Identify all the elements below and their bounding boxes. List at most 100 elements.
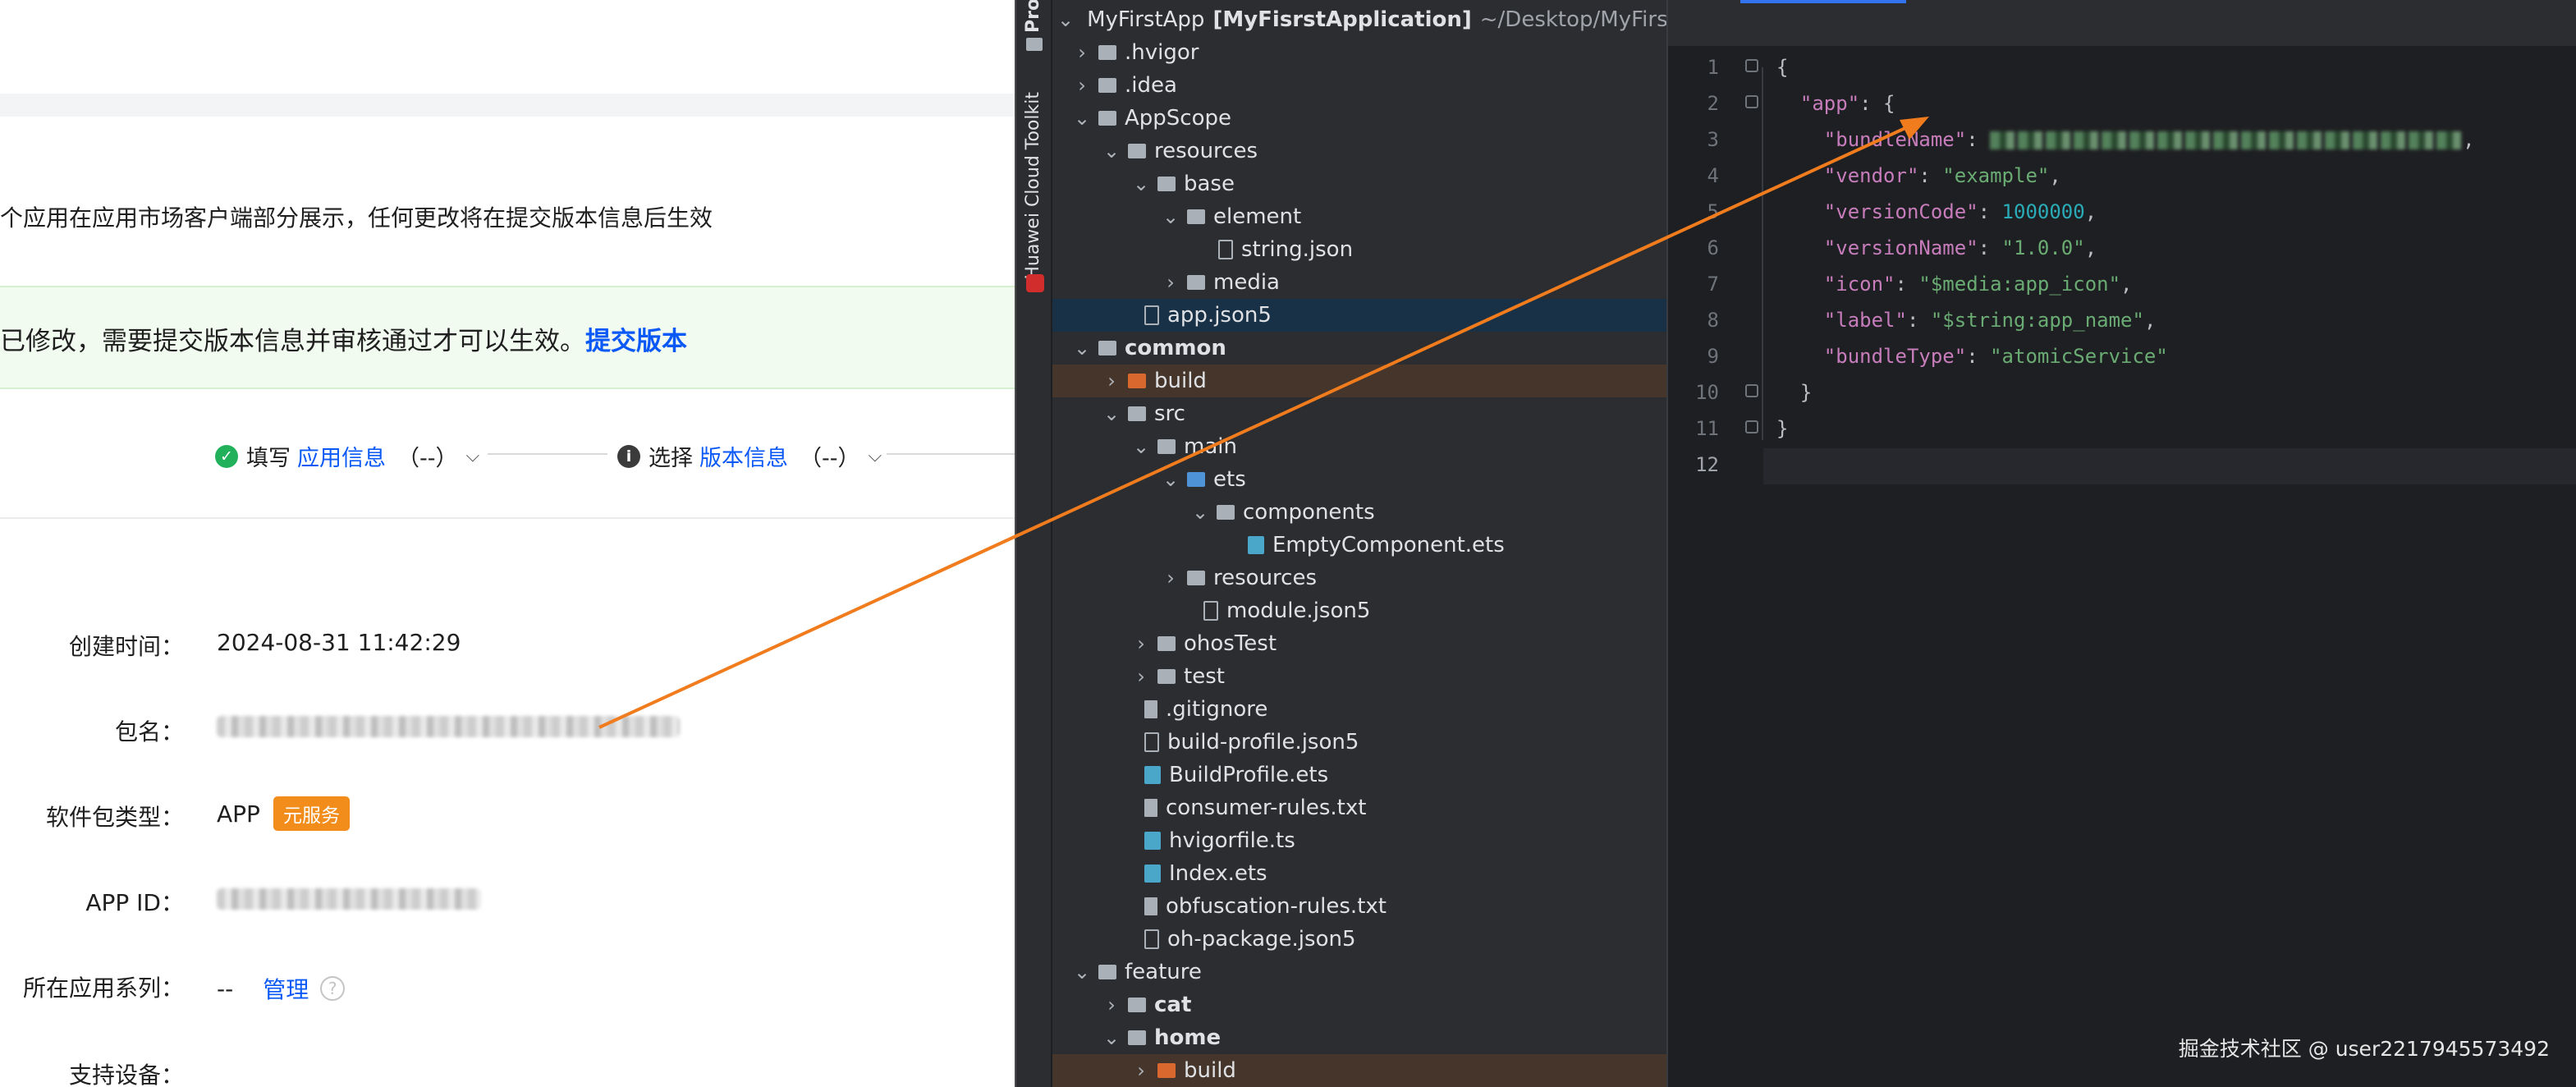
tree-item-build-profile[interactable]: build-profile.json5 [1052, 726, 1666, 759]
chevron-right-icon[interactable]: › [1070, 74, 1093, 97]
tree-item-media[interactable]: › media [1052, 266, 1666, 299]
tree-item-test[interactable]: › test [1052, 660, 1666, 693]
tree-item-label: .idea [1125, 73, 1177, 98]
chevron-down-icon[interactable]: ⌄ [1100, 140, 1123, 163]
tree-item-home-build[interactable]: › build [1052, 1054, 1666, 1087]
chevron-down-icon[interactable]: ⌄ [1159, 205, 1182, 228]
code-line-5: "versionCode": 1000000, [1823, 200, 2097, 223]
tree-item-build[interactable]: › build [1052, 365, 1666, 397]
line-number: 2 [1707, 92, 1719, 115]
fold-marker-icon[interactable] [1745, 420, 1758, 433]
tree-item-resources[interactable]: ⌄ resources [1052, 135, 1666, 167]
line-number: 4 [1707, 164, 1719, 187]
line-number: 6 [1707, 236, 1719, 259]
tree-item-label: build [1154, 369, 1207, 393]
chevron-right-icon[interactable]: › [1159, 566, 1182, 589]
chevron-right-icon[interactable]: › [1100, 993, 1123, 1016]
tree-item-element[interactable]: ⌄ element [1052, 200, 1666, 233]
tree-item-consumer-rules[interactable]: consumer-rules.txt [1052, 791, 1666, 824]
app-series-label: 所在应用系列： [22, 975, 184, 1002]
tree-item-cat[interactable]: › cat [1052, 988, 1666, 1021]
tree-item-label: common [1125, 336, 1226, 360]
tree-item-src[interactable]: ⌄ src [1052, 397, 1666, 430]
chevron-down-icon[interactable]: ⌄ [1100, 1026, 1123, 1049]
blurred-app-id [217, 888, 481, 910]
tree-item-string-json[interactable]: string.json [1052, 233, 1666, 266]
tree-item-label: hvigorfile.ts [1169, 828, 1295, 853]
chevron-right-icon[interactable]: › [1130, 665, 1153, 688]
chevron-down-icon[interactable]: ⌄ [1070, 337, 1093, 360]
tree-item-module-json5[interactable]: module.json5 [1052, 594, 1666, 627]
tree-item-label: oh-package.json5 [1167, 927, 1356, 952]
tree-item-gitignore[interactable]: .gitignore [1052, 693, 1666, 726]
code-line-4: "vendor": "example", [1823, 164, 2061, 187]
app-series-value: -- 管理 ? [217, 972, 346, 1005]
tree-item-hvigorfile[interactable]: hvigorfile.ts [1052, 824, 1666, 857]
chevron-right-icon[interactable]: › [1159, 271, 1182, 294]
step-version-info[interactable]: i 选择 版本信息 （--） ⌵ [617, 440, 882, 472]
tree-item-main[interactable]: ⌄ main [1052, 430, 1666, 463]
tree-item-appscope[interactable]: ⌄ AppScope [1052, 102, 1666, 135]
folder-icon [1128, 144, 1146, 158]
tree-item-common[interactable]: ⌄ common [1052, 332, 1666, 365]
fold-marker-icon[interactable] [1745, 59, 1758, 72]
tree-item-label: resources [1213, 566, 1318, 590]
tree-item-components[interactable]: ⌄ components [1052, 496, 1666, 529]
chevron-right-icon[interactable]: › [1130, 632, 1153, 655]
tree-item-oh-package[interactable]: oh-package.json5 [1052, 923, 1666, 956]
chevron-down-icon[interactable]: ⌄ [1057, 8, 1074, 31]
chevron-down-icon[interactable]: ⌄ [1070, 107, 1093, 130]
folder-icon [1098, 45, 1116, 60]
tree-item-resources-2[interactable]: › resources [1052, 562, 1666, 594]
tree-item-buildprofile-ets[interactable]: BuildProfile.ets [1052, 759, 1666, 791]
chevron-right-icon[interactable]: › [1070, 41, 1093, 64]
fold-marker-icon[interactable] [1745, 95, 1758, 108]
tree-item-home[interactable]: ⌄ home [1052, 1021, 1666, 1054]
tree-item-idea[interactable]: › .idea [1052, 69, 1666, 102]
tree-item-label: Index.ets [1169, 861, 1267, 886]
tree-item-label: src [1154, 401, 1185, 426]
chevron-right-icon[interactable]: › [1100, 369, 1123, 392]
chevron-down-icon[interactable]: ⌵ [869, 446, 882, 466]
tree-item-obfuscation-rules[interactable]: obfuscation-rules.txt [1052, 890, 1666, 923]
tree-item-label: .hvigor [1125, 40, 1199, 65]
chevron-down-icon[interactable]: ⌄ [1130, 435, 1153, 458]
tree-item-base[interactable]: ⌄ base [1052, 167, 1666, 200]
ets-file-icon [1144, 766, 1161, 784]
tree-root[interactable]: ⌄ MyFirstApp [MyFisrstApplication] ~/Des… [1052, 3, 1666, 36]
chevron-down-icon[interactable]: ⌄ [1159, 468, 1182, 491]
manage-series-link[interactable]: 管理 [263, 972, 309, 1005]
tree-item-hvigor[interactable]: › .hvigor [1052, 36, 1666, 69]
tree-item-label: module.json5 [1226, 599, 1371, 623]
tree-item-app-json5[interactable]: app.json5 [1052, 299, 1666, 332]
chevron-down-icon[interactable]: ⌄ [1070, 961, 1093, 984]
chevron-down-icon[interactable]: ⌄ [1189, 501, 1212, 524]
fold-marker-icon[interactable] [1745, 384, 1758, 397]
tree-item-ets[interactable]: ⌄ ets [1052, 463, 1666, 496]
excluded-folder-icon [1128, 374, 1146, 388]
chevron-right-icon[interactable]: › [1130, 1059, 1153, 1082]
tree-item-label: BuildProfile.ets [1169, 763, 1329, 787]
project-tool-tab[interactable]: Pro [1023, 0, 1043, 33]
tree-item-ohostest[interactable]: › ohosTest [1052, 627, 1666, 660]
submit-version-link[interactable]: 提交版本 [585, 327, 687, 356]
huawei-cloud-toolkit-tab[interactable]: Huawei Cloud Toolkit [1023, 92, 1043, 280]
step-app-info[interactable]: ✓ 填写 应用信息 （--） ⌵ [215, 440, 479, 472]
chevron-down-icon[interactable]: ⌵ [466, 446, 480, 466]
json-key: "app" [1799, 92, 1860, 115]
project-tree: ⌄ MyFirstApp [MyFisrstApplication] ~/Des… [1052, 0, 1666, 1087]
step-version-info-link[interactable]: 版本信息 [699, 440, 788, 472]
code-line-2: "app": { [1799, 92, 1895, 115]
created-time-label: 创建时间： [68, 633, 184, 660]
help-icon[interactable]: ? [320, 976, 346, 1001]
tree-item-emptycomponent[interactable]: EmptyComponent.ets [1052, 529, 1666, 562]
chevron-down-icon[interactable]: ⌄ [1130, 172, 1153, 195]
tree-item-label: .gitignore [1166, 697, 1268, 722]
app-id-value [217, 888, 481, 910]
code-editor[interactable]: 1 2 3 4 5 6 7 8 9 10 11 12 { "app": { "b… [1666, 0, 2576, 1087]
folder-icon [1157, 636, 1176, 651]
tree-item-index-ets[interactable]: Index.ets [1052, 857, 1666, 890]
step-app-info-link[interactable]: 应用信息 [297, 440, 386, 472]
tree-item-feature[interactable]: ⌄ feature [1052, 956, 1666, 988]
chevron-down-icon[interactable]: ⌄ [1100, 402, 1123, 425]
